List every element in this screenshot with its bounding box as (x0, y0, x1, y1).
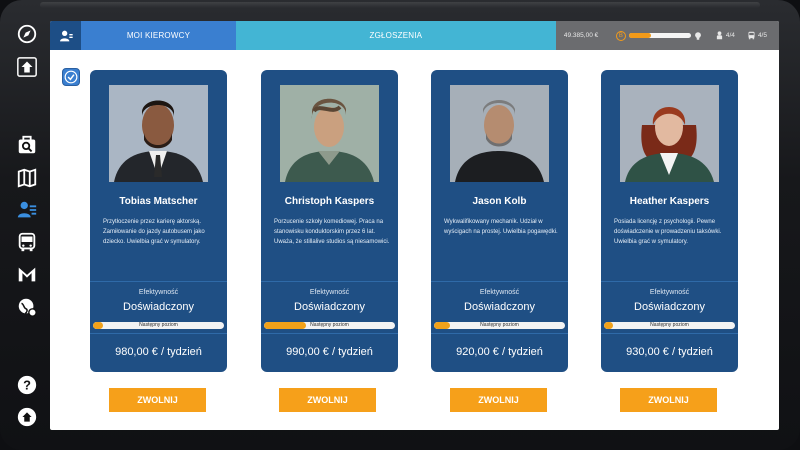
experience-progress-bar: Następny poziom (264, 322, 395, 329)
driver-card: Christoph Kaspers Porzucenie szkoły kome… (261, 70, 398, 372)
efficiency-label: Efektywność (138, 289, 179, 296)
money-display: 49.385,00 € (563, 32, 599, 39)
status-area: 49.385,00 € B 4/4 4/5 (555, 21, 779, 50)
coin-icon: B (615, 30, 626, 41)
driver-portrait (620, 85, 719, 182)
divider (90, 333, 227, 334)
home-icon[interactable] (15, 405, 39, 429)
buses-count: 4/5 (747, 31, 767, 40)
svg-text:?: ? (23, 378, 31, 393)
person-icon (716, 31, 723, 40)
driver-portrait (109, 85, 208, 182)
driver-salary: 930,00 € / tydzień (626, 346, 713, 358)
fire-driver-button[interactable]: ZWOLNIJ (450, 388, 547, 412)
settings-icon[interactable] (15, 55, 39, 79)
driver-name: Tobias Matscher (119, 196, 198, 207)
driver-card: Tobias Matscher Przytłoczenie przez kari… (90, 70, 227, 372)
divider (261, 281, 398, 282)
drivers-count: 4/4 (715, 31, 735, 40)
experience-progress-bar: Następny poziom (434, 322, 565, 329)
main-screen: MOI KIEROWCY ZGŁOSZENIA 49.385,00 € B 4/… (50, 21, 779, 430)
driver-description: Porzucenie szkoły komediowej. Praca na s… (274, 219, 390, 245)
globe-icon[interactable] (15, 295, 39, 319)
divider (431, 333, 568, 334)
experience-progress-bar: Następny poziom (604, 322, 735, 329)
next-level-label: Następny poziom (139, 322, 178, 328)
next-level-label: Następny poziom (650, 322, 689, 328)
sidebar: ? (0, 0, 52, 450)
driver-name: Jason Kolb (472, 196, 527, 207)
divider (601, 281, 738, 282)
select-all-checkbox[interactable] (62, 68, 80, 86)
driver-name: Heather Kaspers (629, 196, 710, 207)
check-icon (64, 70, 78, 84)
divider (90, 281, 227, 282)
experience-progress-bar: Następny poziom (93, 322, 224, 329)
efficiency-label: Efektywność (649, 289, 690, 296)
map-icon[interactable] (15, 166, 39, 190)
driver-portrait (450, 85, 549, 182)
divider (431, 281, 568, 282)
bus-icon[interactable] (15, 230, 39, 254)
tab-my-drivers[interactable]: MOI KIEROWCY (81, 21, 236, 50)
efficiency-value: Doświadczony (634, 301, 705, 313)
edit-name-icon[interactable]: ✎ (730, 191, 779, 199)
top-bar: MOI KIEROWCY ZGŁOSZENIA 49.385,00 € B 4/… (50, 21, 779, 50)
level-progress-bar (628, 33, 691, 38)
search-icon[interactable] (15, 133, 39, 157)
driver-portrait (280, 85, 379, 182)
drivers-icon[interactable] (15, 198, 39, 222)
driver-description: Posiada licencję z psychologii. Pewne do… (614, 219, 722, 245)
drivers-header-icon (50, 21, 82, 50)
efficiency-label: Efektywność (479, 289, 520, 296)
driver-salary: 990,00 € / tydzień (286, 346, 373, 358)
driver-salary: 920,00 € / tydzień (456, 346, 543, 358)
driver-description: Wykwalifikowany mechanik. Udział w wyści… (444, 219, 558, 235)
compass-icon[interactable] (15, 22, 39, 46)
fire-driver-button[interactable]: ZWOLNIJ (620, 388, 717, 412)
help-icon[interactable]: ? (15, 373, 39, 397)
efficiency-value: Doświadczony (294, 301, 365, 313)
tab-applications[interactable]: ZGŁOSZENIA (235, 21, 556, 50)
fire-driver-button[interactable]: ZWOLNIJ (109, 388, 206, 412)
efficiency-value: Doświadczony (464, 301, 535, 313)
driver-name: Christoph Kaspers (284, 196, 375, 207)
driver-description: Przytłoczenie przez karierę aktorską. Za… (103, 219, 205, 245)
efficiency-label: Efektywność (309, 289, 350, 296)
driver-salary: 980,00 € / tydzień (115, 346, 202, 358)
divider (601, 333, 738, 334)
next-level-label: Następny poziom (310, 322, 349, 328)
bus-small-icon (748, 31, 755, 40)
next-level-label: Następny poziom (480, 322, 519, 328)
divider (261, 333, 398, 334)
tablet-frame: ? MOI KIEROWCY ZGŁOSZENIA 49.385,00 € B … (0, 0, 800, 450)
driver-card: Heather Kaspers Posiada licencję z psych… (601, 70, 738, 372)
mail-icon[interactable] (15, 262, 39, 286)
driver-card: Jason Kolb Wykwalifikowany mechanik. Udz… (431, 70, 568, 372)
efficiency-value: Doświadczony (123, 301, 194, 313)
fire-driver-button[interactable]: ZWOLNIJ (279, 388, 376, 412)
lightbulb-icon (694, 31, 701, 40)
